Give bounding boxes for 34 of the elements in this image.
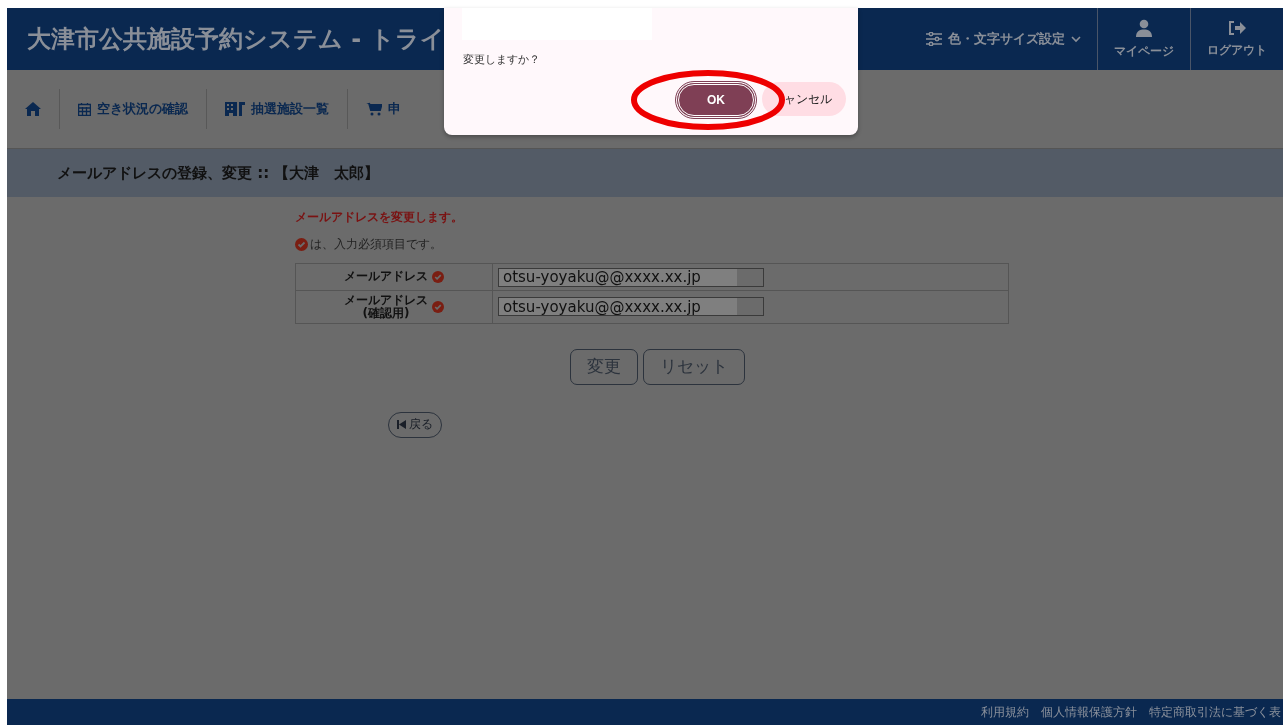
required-note: は、入力必須項目です。 — [310, 236, 442, 253]
logout-icon — [1228, 19, 1246, 36]
email-input[interactable]: otsu-yoyaku@@xxxx.xx.jp — [498, 297, 764, 317]
footer-link[interactable]: 特定商取引法に基づく表 — [1149, 703, 1281, 721]
page-title: メールアドレスの登録、変更 :: 【大津 太郎】 — [57, 163, 380, 183]
nav-link[interactable]: 申 — [358, 100, 419, 118]
required-check-icon — [432, 270, 444, 283]
required-check-icon — [295, 238, 308, 251]
cart-icon — [366, 102, 382, 116]
ok-button[interactable]: OK — [676, 82, 756, 118]
nav-link[interactable]: 空き状況の確認 — [70, 100, 206, 118]
nav-link[interactable]: 抽選施設一覧 — [217, 100, 347, 118]
home-icon — [25, 102, 41, 116]
display-settings-button[interactable]: 色・文字サイズ設定 — [910, 8, 1097, 70]
calendar-icon — [78, 102, 91, 116]
notice-text: メールアドレスを変更します。 — [295, 209, 464, 226]
submit-button[interactable]: 変更 — [569, 348, 638, 385]
field-label: メールアドレス — [344, 293, 428, 307]
logout-button[interactable]: ログアウト — [1190, 8, 1283, 70]
user-icon — [1135, 18, 1153, 37]
field-sublabel: (確認用) — [362, 306, 410, 320]
site-title: 大津市公共施設予約システム - トライ — [26, 24, 445, 55]
footer-link[interactable]: 利用規約 — [981, 703, 1029, 721]
sliders-icon — [926, 32, 942, 46]
building-icon — [225, 102, 245, 116]
dialog-message: 変更しますか？ — [463, 52, 540, 67]
required-check-icon — [432, 300, 444, 313]
mypage-button[interactable]: マイページ — [1097, 8, 1190, 70]
email-input[interactable]: otsu-yoyaku@@xxxx.xx.jp — [498, 267, 764, 287]
reset-button[interactable]: リセット — [642, 348, 745, 385]
footer-link[interactable]: 個人情報保護方針 — [1041, 703, 1137, 721]
skip-back-icon — [397, 420, 406, 430]
chevron-down-icon — [1071, 35, 1081, 43]
field-label: メールアドレス — [344, 270, 428, 284]
